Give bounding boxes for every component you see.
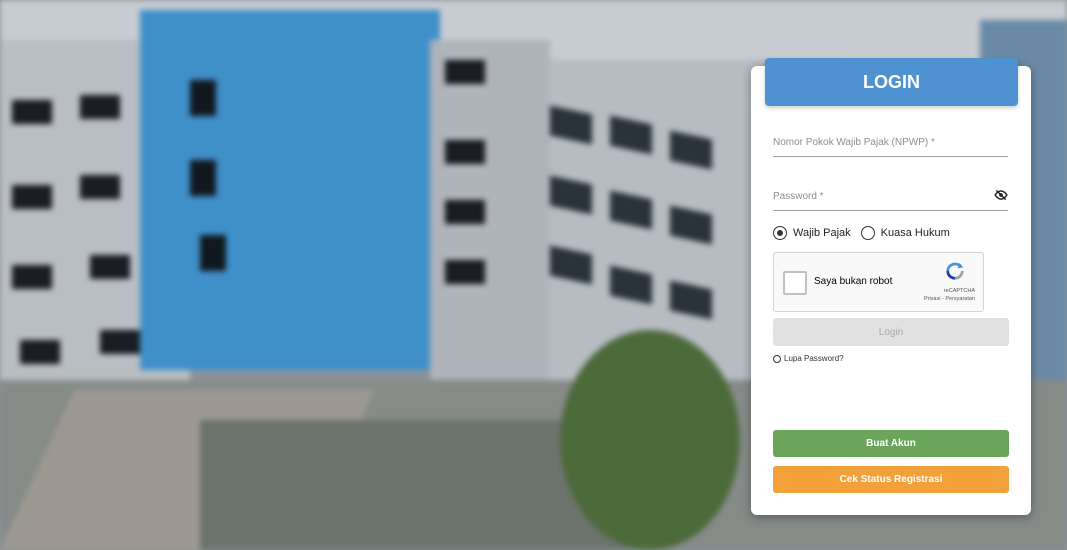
recaptcha-links[interactable]: Privasi - Persyaratan xyxy=(924,295,975,303)
radio-wajib-pajak[interactable]: Wajib Pajak xyxy=(773,226,851,240)
radio-label: Wajib Pajak xyxy=(793,227,851,239)
registration-status-button[interactable]: Cek Status Registrasi xyxy=(773,466,1009,493)
forgot-password-link[interactable]: Lupa Password? xyxy=(773,354,844,363)
recaptcha-checkbox[interactable] xyxy=(783,271,807,295)
login-button[interactable]: Login xyxy=(773,318,1009,346)
login-card: LOGIN Wajib Pajak Kuasa Hukum Saya bukan… xyxy=(751,58,1031,515)
recaptcha-brand: reCAPTCHA Privasi - Persyaratan xyxy=(924,287,975,303)
radio-label: Kuasa Hukum xyxy=(880,227,950,239)
password-input[interactable] xyxy=(773,182,1008,210)
user-type-radio-group: Wajib Pajak Kuasa Hukum xyxy=(773,226,960,240)
forgot-password-label: Lupa Password? xyxy=(784,354,844,363)
radio-unselected-indicator[interactable] xyxy=(860,226,875,240)
info-icon xyxy=(773,354,781,363)
recaptcha-widget: Saya bukan robot reCAPTCHA Privasi - Per… xyxy=(773,252,984,312)
recaptcha-logo-icon xyxy=(946,262,964,280)
recaptcha-label: Saya bukan robot xyxy=(814,276,893,287)
password-field[interactable] xyxy=(773,182,1008,211)
radio-kuasa-hukum[interactable]: Kuasa Hukum xyxy=(860,226,950,240)
eye-slash-icon[interactable] xyxy=(994,188,1008,202)
npwp-field[interactable] xyxy=(773,128,1008,157)
radio-selected-indicator[interactable] xyxy=(773,226,787,240)
npwp-input[interactable] xyxy=(773,128,1008,156)
login-title: LOGIN xyxy=(765,58,1018,106)
recaptcha-brand-name: reCAPTCHA xyxy=(943,288,975,294)
create-account-button[interactable]: Buat Akun xyxy=(773,430,1009,457)
